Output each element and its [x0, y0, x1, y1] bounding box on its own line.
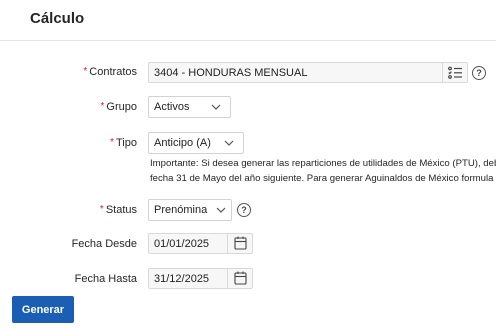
required-mark: * — [99, 204, 104, 215]
contratos-field[interactable]: 3404 - HONDURAS MENSUAL — [148, 62, 468, 83]
status-select[interactable]: Prenómina — [148, 199, 232, 221]
fecha-desde-field[interactable]: 01/01/2025 — [148, 233, 253, 254]
contratos-value: 3404 - HONDURAS MENSUAL — [154, 66, 308, 79]
fecha-hasta-value: 31/12/2025 — [154, 272, 210, 285]
required-mark: * — [110, 137, 114, 148]
page-title: Cálculo — [30, 10, 85, 27]
region-header: Cálculo — [0, 0, 496, 41]
fecha-hasta-field[interactable]: 31/12/2025 — [148, 268, 253, 289]
fecha-desde-label: Fecha Desde — [71, 238, 137, 250]
chevron-down-icon — [224, 140, 234, 146]
chevron-down-icon — [216, 207, 226, 213]
grupo-value: Activos — [154, 101, 190, 113]
grupo-label: * Grupo — [100, 101, 137, 113]
calendar-icon[interactable] — [227, 233, 252, 254]
required-mark: * — [83, 66, 88, 77]
fecha-desde-value: 01/01/2025 — [154, 237, 210, 250]
status-label: * Status — [99, 204, 137, 216]
grupo-select[interactable]: Activos — [148, 96, 231, 118]
generar-button[interactable]: Generar — [12, 296, 74, 323]
fecha-hasta-label: Fecha Hasta — [74, 273, 137, 285]
contratos-label: * Contratos — [83, 66, 137, 78]
list-icon[interactable] — [442, 63, 467, 83]
status-help-icon[interactable]: ? — [237, 203, 251, 217]
tipo-label: * Tipo — [110, 137, 137, 149]
status-value: Prenómina — [154, 204, 208, 216]
tipo-value: Anticipo (A) — [154, 137, 211, 149]
page: Cálculo * Contratos 3404 - HONDURAS MENSU… — [0, 0, 496, 332]
tipo-select[interactable]: Anticipo (A) — [148, 132, 244, 154]
tipo-help-text: Importante: Si desea generar las reparti… — [150, 158, 496, 184]
required-mark: * — [100, 101, 105, 112]
calendar-icon[interactable] — [227, 268, 252, 289]
chevron-down-icon — [211, 104, 221, 110]
contratos-help-icon[interactable]: ? — [472, 66, 486, 80]
